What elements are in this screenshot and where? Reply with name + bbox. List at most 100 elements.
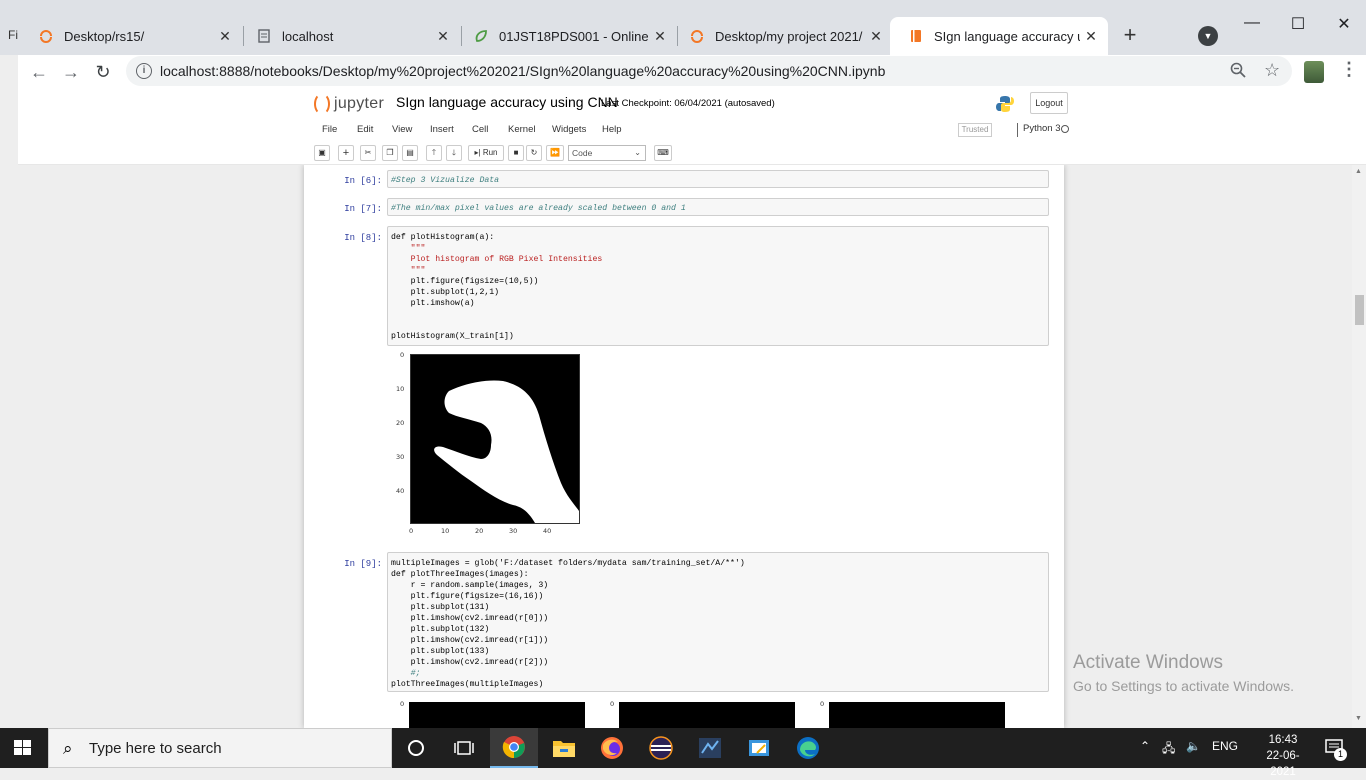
reload-icon[interactable]: ↻ <box>92 61 114 83</box>
tab-localhost[interactable]: localhost ✕ <box>238 17 460 55</box>
tab-close-icon[interactable]: ✕ <box>432 28 454 45</box>
file-explorer-icon[interactable] <box>540 728 588 768</box>
interrupt-icon[interactable]: ■ <box>508 145 524 161</box>
code-line: plt.figure(figsize=(10,5)) <box>391 277 539 286</box>
more-menu-icon[interactable]: ⋮ <box>1340 59 1358 80</box>
scrollbar-thumb[interactable] <box>1355 295 1364 325</box>
page-scrollbar[interactable]: ▲ ▼ <box>1352 165 1366 728</box>
notebook-title[interactable]: SIgn language accuracy using CNN <box>396 94 618 110</box>
trusted-badge[interactable]: Trusted <box>958 123 992 137</box>
restart-run-all-icon[interactable]: ⏩ <box>546 145 564 161</box>
show-hidden-icons-icon[interactable]: ⌃ <box>1140 739 1150 753</box>
code-line: plotHistogram(X_train[1]) <box>391 332 514 341</box>
volume-icon[interactable]: 🔈 <box>1186 739 1201 753</box>
matlab-icon[interactable] <box>686 728 734 768</box>
site-info-icon[interactable]: i <box>136 63 152 79</box>
chrome-taskbar-icon[interactable] <box>490 728 538 768</box>
restart-kernel-icon[interactable]: ↻ <box>526 145 542 161</box>
save-icon[interactable]: ▣ <box>314 145 330 161</box>
eclipse-icon[interactable] <box>637 728 685 768</box>
url-text[interactable]: localhost:8888/notebooks/Desktop/my%20pr… <box>160 63 885 79</box>
code-cell[interactable]: multipleImages = glob('F:/dataset folder… <box>387 552 1049 692</box>
minimize-button[interactable]: — <box>1232 14 1272 36</box>
code-line: plt.subplot(132) <box>391 625 490 634</box>
move-up-icon[interactable]: 🡑 <box>426 145 442 161</box>
tab-title: Desktop/my project 2021/ <box>715 28 863 44</box>
network-icon[interactable]: 🖧 <box>1162 739 1175 760</box>
address-bar[interactable]: i localhost:8888/notebooks/Desktop/my%20… <box>126 56 1292 86</box>
tab-search-icon[interactable]: ▼ <box>1198 26 1218 46</box>
code-line: """ <box>391 266 426 275</box>
logout-button[interactable]: Logout <box>1030 92 1068 114</box>
tab-close-icon[interactable]: ✕ <box>214 28 236 45</box>
jupyter-tab-icon <box>38 28 54 44</box>
menu-view[interactable]: View <box>392 124 412 135</box>
tab-close-icon[interactable]: ✕ <box>649 28 671 45</box>
cell-type-value: Code <box>572 148 593 158</box>
scroll-down-icon[interactable]: ▼ <box>1355 715 1362 722</box>
back-arrow-icon[interactable]: ← <box>28 61 50 83</box>
cortana-icon[interactable] <box>392 728 440 768</box>
taskbar-clock[interactable]: 16:43 22-06-2021 <box>1258 732 1308 780</box>
y-tick-label: 0 <box>610 700 615 708</box>
code-cell[interactable]: #Step 3 Vizualize Data <box>387 170 1049 188</box>
edge-icon[interactable] <box>784 728 832 768</box>
profile-avatar[interactable] <box>1304 61 1324 83</box>
image-thumbnail <box>409 702 585 728</box>
code-line: plt.subplot(1,2,1) <box>391 288 500 297</box>
copy-icon[interactable]: ❐ <box>382 145 398 161</box>
run-label: Run <box>482 148 498 157</box>
menu-file[interactable]: File <box>322 124 337 135</box>
task-view-icon[interactable] <box>440 728 488 768</box>
command-palette-keyboard-icon[interactable]: ⌨ <box>654 145 672 161</box>
run-button[interactable]: ▸| Run <box>468 145 504 161</box>
menu-widgets[interactable]: Widgets <box>552 124 586 135</box>
menu-kernel[interactable]: Kernel <box>508 124 535 135</box>
windows-start-icon[interactable] <box>14 740 32 756</box>
x-tick-label: 40 <box>543 527 552 535</box>
menu-cell[interactable]: Cell <box>472 124 488 135</box>
close-window-button[interactable]: ✕ <box>1324 14 1364 36</box>
menu-help[interactable]: Help <box>602 124 622 135</box>
new-tab-button[interactable]: + <box>1118 22 1142 48</box>
tab-close-icon[interactable]: ✕ <box>865 28 887 45</box>
code-line: plt.imshow(cv2.imread(r[0])) <box>391 614 549 623</box>
paste-icon[interactable]: ▤ <box>402 145 418 161</box>
code-cell[interactable]: def plotHistogram(a): """ Plot histogram… <box>387 226 1049 346</box>
scroll-up-icon[interactable]: ▲ <box>1355 168 1362 175</box>
tab-overleaf[interactable]: 01JST18PDS001 - Online LaT ✕ <box>455 17 677 55</box>
cut-icon[interactable]: ✂ <box>360 145 376 161</box>
zoom-icon[interactable] <box>1230 62 1246 83</box>
maximize-button[interactable]: ☐ <box>1278 14 1318 36</box>
notebook-scroll-area[interactable]: In [6]: #Step 3 Vizualize Data In [7]: #… <box>18 165 1352 728</box>
clock-date: 22-06-2021 <box>1266 750 1300 778</box>
tab-desktop-rs15[interactable]: Desktop/rs15/ ✕ <box>20 17 242 55</box>
menu-edit[interactable]: Edit <box>357 124 373 135</box>
notebook-page: In [6]: #Step 3 Vizualize Data In [7]: #… <box>304 165 1064 728</box>
code-cell[interactable]: #The min/max pixel values are already sc… <box>387 198 1049 216</box>
bookmark-star-icon[interactable]: ☆ <box>1264 60 1280 81</box>
snipping-app-icon[interactable] <box>735 728 783 768</box>
x-tick-label: 0 <box>409 527 414 535</box>
kernel-name[interactable]: Python 3 <box>1017 123 1061 137</box>
jupyter-logo[interactable]: jupyter <box>314 93 384 115</box>
cell-prompt: In [7]: <box>344 204 382 214</box>
tab-sign-language-notebook[interactable]: SIgn language accuracy usin ✕ <box>890 17 1108 55</box>
run-icon: ▸| <box>474 148 481 157</box>
cell-type-select[interactable]: Code ⌄ <box>568 145 646 161</box>
taskbar-search-box[interactable]: ⌕ Type here to search <box>48 728 392 768</box>
code-line: plotThreeImages(multipleImages) <box>391 680 544 689</box>
move-down-icon[interactable]: 🡓 <box>446 145 462 161</box>
tab-close-icon[interactable]: ✕ <box>1080 28 1102 45</box>
image-thumbnail <box>829 702 1005 728</box>
input-language[interactable]: ENG <box>1212 739 1238 753</box>
forward-arrow-icon[interactable]: → <box>60 61 82 83</box>
search-placeholder: Type here to search <box>89 740 222 757</box>
cell-prompt: In [9]: <box>344 559 382 569</box>
tab-desktop-my-project[interactable]: Desktop/my project 2021/ ✕ <box>671 17 893 55</box>
firefox-icon[interactable] <box>588 728 636 768</box>
code-line: plt.subplot(133) <box>391 647 490 656</box>
menu-insert[interactable]: Insert <box>430 124 454 135</box>
insert-cell-icon[interactable]: + <box>338 145 354 161</box>
